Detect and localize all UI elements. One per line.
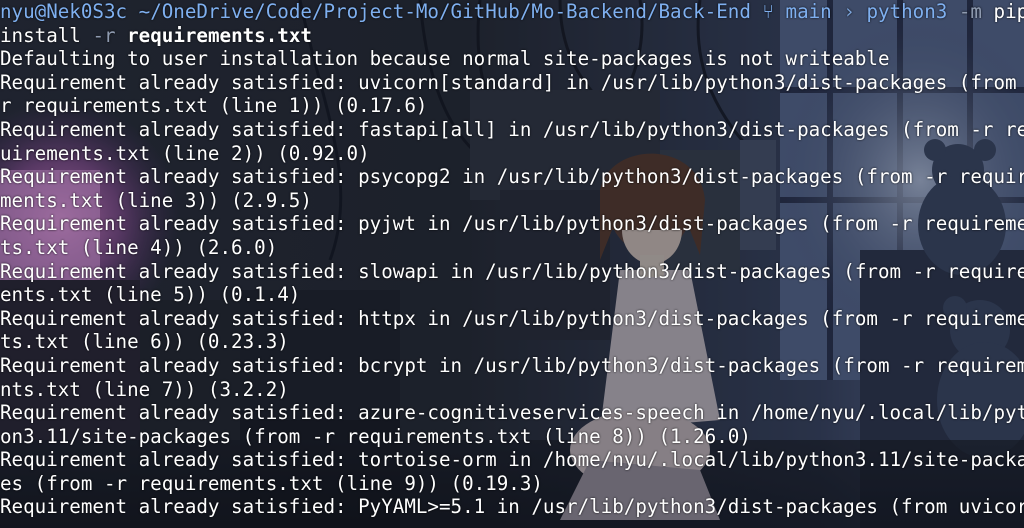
output-line: Requirement already satisfied: httpx in …	[0, 306, 1024, 330]
terminal-window[interactable]: nyu@Nek0S3c ~/OneDrive/Code/Project-Mo/G…	[0, 0, 1024, 528]
output-line: Requirement already satisfied: fastapi[a…	[0, 117, 1024, 141]
git-branch-icon: ⑂	[762, 0, 774, 23]
command-flag-m: -m	[958, 0, 982, 23]
output-line: nts.txt (line 7)) (3.2.2)	[0, 377, 289, 401]
output-line: Requirement already satisfied: PyYAML>=5…	[0, 495, 1024, 519]
user-host: nyu@Nek0S3c	[0, 0, 128, 23]
prompt-line: nyu@Nek0S3c ~/OneDrive/Code/Project-Mo/G…	[0, 0, 1024, 24]
prompt-separator: ›	[843, 0, 855, 23]
output-line: Requirement already satisfied: tortoise-…	[0, 448, 1024, 472]
output-line: r requirements.txt (line 1)) (0.17.6)	[0, 94, 428, 118]
git-branch-name: main	[785, 0, 832, 23]
output-line: Requirement already satisfied: azure-cog…	[0, 401, 1024, 425]
output-line: ents.txt (line 5)) (0.1.4)	[0, 283, 301, 307]
output-line: Requirement already satisfied: uvicorn[s…	[0, 70, 1024, 94]
output-line: Requirement already satisfied: slowapi i…	[0, 259, 1024, 283]
output-line: es (from -r requirements.txt (line 9)) (…	[0, 471, 543, 495]
output-line: Requirement already satisfied: pyjwt in …	[0, 212, 1024, 236]
output-line: ts.txt (line 4)) (2.6.0)	[0, 235, 278, 259]
output-line: ments.txt (line 3)) (2.9.5)	[0, 188, 312, 212]
command-flag-r: -r	[92, 23, 116, 47]
output-line: Requirement already satisfied: psycopg2 …	[0, 165, 1024, 189]
output-line: ts.txt (line 6)) (0.23.3)	[0, 330, 289, 354]
output-line: uirements.txt (line 2)) (0.92.0)	[0, 141, 370, 165]
command-name: python3	[866, 0, 948, 23]
command-install: install	[0, 23, 81, 47]
command-pip: pip	[993, 0, 1024, 23]
command-continuation: install -r requirements.txt	[0, 24, 1024, 48]
output-line: on3.11/site-packages (from -r requiremen…	[0, 424, 751, 448]
command-requirements-file: requirements.txt	[127, 23, 312, 47]
output-line: Requirement already satisfied: bcrypt in…	[0, 353, 1024, 377]
current-path: ~/OneDrive/Code/Project-Mo/GitHub/Mo-Bac…	[138, 0, 751, 23]
output-line: Defaulting to user installation because …	[0, 47, 890, 71]
